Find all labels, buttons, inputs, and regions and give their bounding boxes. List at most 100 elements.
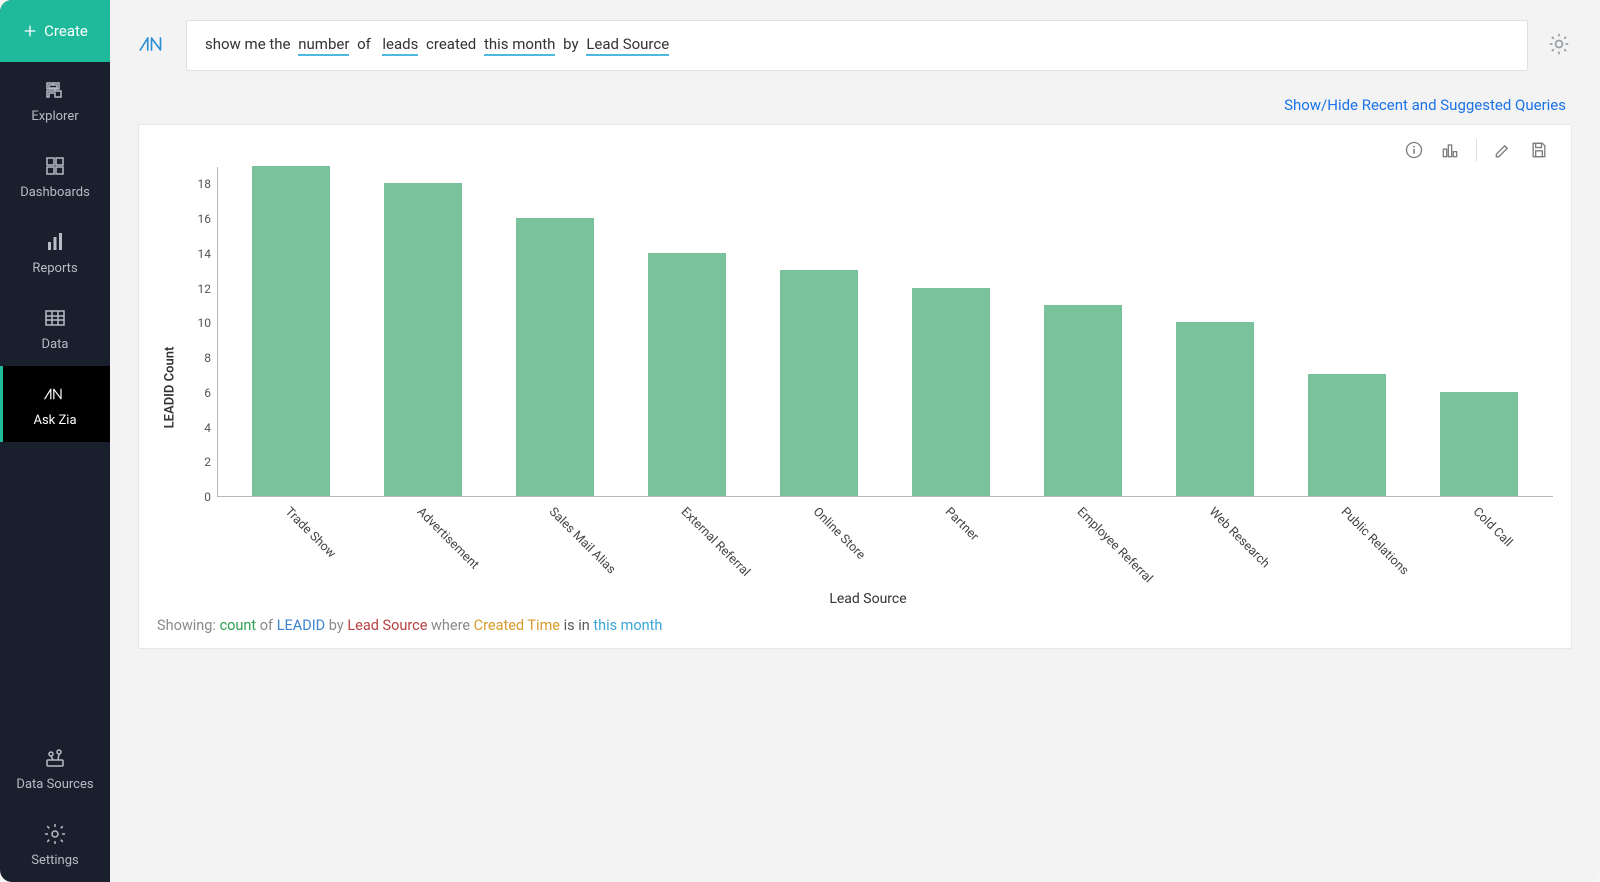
y-tick: 12 bbox=[198, 282, 212, 296]
settings-icon bbox=[43, 822, 67, 846]
showing-label: Showing: bbox=[157, 617, 216, 634]
chart-bar[interactable] bbox=[1440, 392, 1518, 496]
showing-by: by bbox=[329, 617, 348, 634]
showing-leadid: LEADID bbox=[277, 617, 325, 634]
x-tick: Employee Referral bbox=[1044, 503, 1122, 591]
chart-card: LEADID Count 024681012141618 Trade ShowA… bbox=[138, 124, 1572, 649]
sidebar: Create Explorer Dashboards Reports Data … bbox=[0, 0, 110, 882]
query-token: of bbox=[353, 35, 378, 53]
showing-createdtime: Created Time bbox=[474, 617, 560, 634]
toggle-suggested-queries-link[interactable]: Show/Hide Recent and Suggested Queries bbox=[1284, 96, 1566, 114]
sidebar-item-ask-zia[interactable]: Ask Zia bbox=[0, 366, 110, 442]
chart-bar[interactable] bbox=[1176, 322, 1254, 496]
chart-bar[interactable] bbox=[384, 183, 462, 496]
plot-area bbox=[217, 167, 1553, 497]
sidebar-item-data-sources[interactable]: Data Sources bbox=[0, 730, 110, 806]
explorer-icon bbox=[43, 78, 67, 102]
sidebar-item-label: Explorer bbox=[31, 109, 78, 124]
pencil-icon bbox=[1493, 140, 1513, 160]
sidebar-item-label: Ask Zia bbox=[33, 413, 76, 428]
reports-icon bbox=[43, 230, 67, 254]
dashboards-icon bbox=[43, 154, 67, 178]
data-sources-icon bbox=[43, 746, 67, 770]
chart-type-button[interactable] bbox=[1440, 140, 1460, 160]
chart-bar[interactable] bbox=[648, 253, 726, 496]
x-tick: External Referral bbox=[648, 503, 726, 591]
query-token-leads: leads bbox=[382, 35, 418, 56]
sidebar-item-explorer[interactable]: Explorer bbox=[0, 62, 110, 138]
toolbar-divider bbox=[1476, 139, 1477, 161]
x-axis-label: Lead Source bbox=[183, 591, 1553, 607]
y-axis: 024681012141618 bbox=[183, 167, 217, 497]
chart-area: LEADID Count 024681012141618 Trade ShowA… bbox=[157, 167, 1553, 607]
x-tick: Web Research bbox=[1176, 503, 1254, 591]
data-icon bbox=[43, 306, 67, 330]
sidebar-nav: Explorer Dashboards Reports Data Ask Zia bbox=[0, 62, 110, 882]
x-tick: Sales Mail Alias bbox=[516, 503, 594, 591]
info-icon bbox=[1404, 140, 1424, 160]
y-tick: 2 bbox=[204, 455, 211, 469]
showing-where: where bbox=[431, 617, 474, 634]
x-tick: Advertisement bbox=[384, 503, 462, 591]
x-tick: Partner bbox=[912, 503, 990, 591]
app-root: Create Explorer Dashboards Reports Data … bbox=[0, 0, 1600, 882]
sidebar-item-dashboards[interactable]: Dashboards bbox=[0, 138, 110, 214]
chart-info-button[interactable] bbox=[1404, 140, 1424, 160]
chart-bar[interactable] bbox=[516, 218, 594, 496]
sidebar-item-label: Data Sources bbox=[16, 777, 93, 792]
chart-toolbar bbox=[157, 137, 1553, 167]
gear-icon bbox=[1546, 31, 1572, 57]
sidebar-item-settings[interactable]: Settings bbox=[0, 806, 110, 882]
create-button[interactable]: Create bbox=[0, 0, 110, 62]
plot-row: 024681012141618 bbox=[183, 167, 1553, 497]
y-tick: 16 bbox=[198, 212, 212, 226]
query-row: show me the number of leads created this… bbox=[138, 20, 1572, 71]
query-token: by bbox=[559, 35, 582, 53]
save-icon bbox=[1529, 140, 1549, 160]
query-token: show me the bbox=[205, 35, 294, 53]
plus-icon bbox=[22, 23, 38, 39]
sidebar-item-label: Dashboards bbox=[20, 185, 90, 200]
query-token-lead-source: Lead Source bbox=[586, 35, 669, 56]
bar-chart-icon bbox=[1440, 140, 1460, 160]
showing-of: of bbox=[260, 617, 277, 634]
chart-bar[interactable] bbox=[1044, 305, 1122, 496]
x-axis-pad bbox=[183, 497, 217, 591]
x-axis: Trade ShowAdvertisementSales Mail AliasE… bbox=[217, 497, 1553, 591]
showing-isin: is in bbox=[564, 617, 594, 634]
query-token: created bbox=[422, 35, 480, 53]
showing-leadsource: Lead Source bbox=[347, 617, 427, 634]
sidebar-spacer bbox=[0, 442, 110, 730]
x-tick: Public Relations bbox=[1308, 503, 1386, 591]
y-axis-label: LEADID Count bbox=[163, 346, 178, 428]
showing-thismonth: this month bbox=[593, 617, 662, 634]
y-tick: 0 bbox=[204, 490, 211, 504]
chart-edit-button[interactable] bbox=[1493, 140, 1513, 160]
query-input[interactable]: show me the number of leads created this… bbox=[186, 20, 1528, 71]
y-tick: 8 bbox=[204, 351, 211, 365]
sidebar-item-label: Data bbox=[42, 337, 69, 352]
chart-bar[interactable] bbox=[252, 166, 330, 496]
y-tick: 10 bbox=[198, 316, 212, 330]
suggest-row: Show/Hide Recent and Suggested Queries bbox=[138, 71, 1572, 124]
chart-bar[interactable] bbox=[1308, 374, 1386, 496]
chart-bar[interactable] bbox=[780, 270, 858, 496]
settings-button[interactable] bbox=[1546, 31, 1572, 61]
query-token-number: number bbox=[298, 35, 349, 56]
x-axis-row: Trade ShowAdvertisementSales Mail AliasE… bbox=[183, 497, 1553, 591]
chart-save-button[interactable] bbox=[1529, 140, 1549, 160]
sidebar-item-label: Settings bbox=[31, 853, 78, 868]
y-tick: 4 bbox=[204, 421, 211, 435]
chart-bar[interactable] bbox=[912, 288, 990, 496]
showing-row: Showing: count of LEADID by Lead Source … bbox=[157, 607, 1553, 634]
sidebar-item-data[interactable]: Data bbox=[0, 290, 110, 366]
sidebar-item-reports[interactable]: Reports bbox=[0, 214, 110, 290]
y-tick: 18 bbox=[198, 177, 212, 191]
y-tick: 14 bbox=[198, 247, 212, 261]
zia-icon bbox=[43, 382, 67, 406]
query-token-this-month: this month bbox=[484, 35, 555, 56]
chart-body: 024681012141618 Trade ShowAdvertisementS… bbox=[183, 167, 1553, 607]
y-axis-label-wrap: LEADID Count bbox=[157, 167, 183, 607]
zia-logo-icon bbox=[138, 32, 168, 60]
main-content: show me the number of leads created this… bbox=[110, 0, 1600, 882]
